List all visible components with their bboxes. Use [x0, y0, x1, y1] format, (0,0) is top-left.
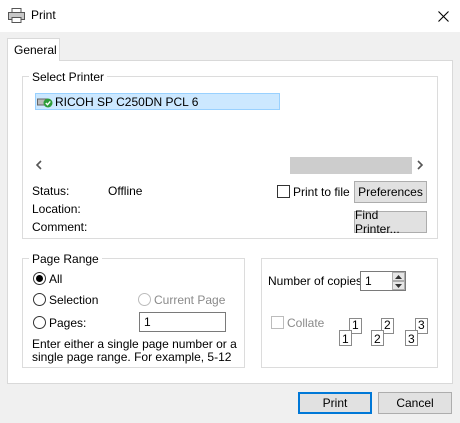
tab-general[interactable]: General — [7, 38, 60, 61]
collate-checkbox[interactable] — [271, 316, 284, 329]
print-button[interactable]: Print — [298, 392, 372, 414]
cancel-button[interactable]: Cancel — [378, 392, 452, 414]
spin-down-icon[interactable] — [392, 281, 405, 290]
pages-label[interactable]: Pages: — [49, 316, 86, 330]
page-number: 3 — [408, 332, 415, 346]
find-printer-button[interactable]: Find Printer... — [354, 208, 427, 236]
spin-up-icon[interactable] — [392, 272, 405, 281]
page-range-label: Page Range — [29, 252, 102, 266]
close-button[interactable] — [430, 4, 456, 28]
window-title: Print — [31, 8, 56, 22]
location-label: Location: — [32, 202, 81, 216]
copies-spinner[interactable] — [392, 272, 405, 290]
pages-input[interactable]: 1 — [139, 312, 226, 332]
collate-illustration: 1 1 2 2 3 3 — [339, 318, 431, 352]
preferences-button[interactable]: Preferences — [354, 181, 427, 203]
page-number: 3 — [418, 318, 425, 332]
printer-name: RICOH SP C250DN PCL 6 — [55, 95, 199, 109]
status-label: Status: — [32, 184, 70, 198]
collate-label: Collate — [287, 316, 325, 330]
page-number: 2 — [384, 318, 391, 332]
printer-icon — [8, 8, 25, 23]
all-radio[interactable] — [33, 272, 46, 285]
close-icon — [437, 10, 449, 22]
print-to-file-label[interactable]: Print to file — [293, 185, 350, 199]
printer-default-icon — [37, 96, 53, 108]
scroll-left-arrow-icon[interactable] — [33, 159, 45, 171]
pages-radio[interactable] — [33, 316, 46, 329]
number-of-copies-label: Number of copies: — [268, 274, 366, 288]
comment-label: Comment: — [32, 220, 88, 234]
select-printer-label: Select Printer — [29, 70, 108, 84]
all-label[interactable]: All — [49, 272, 62, 286]
current-page-label: Current Page — [154, 293, 226, 307]
selection-label[interactable]: Selection — [49, 293, 98, 307]
scrollbar-thumb[interactable] — [290, 157, 412, 174]
page-number: 1 — [352, 318, 359, 332]
print-to-file-checkbox[interactable] — [277, 185, 290, 198]
printer-list-item[interactable]: RICOH SP C250DN PCL 6 — [35, 93, 280, 110]
page-number: 1 — [342, 332, 349, 346]
page-range-hint: Enter either a single page number or a s… — [32, 337, 237, 364]
current-page-radio[interactable] — [138, 293, 151, 306]
selection-radio[interactable] — [33, 293, 46, 306]
page-number: 2 — [374, 332, 381, 346]
status-value: Offline — [108, 184, 143, 198]
scroll-right-arrow-icon[interactable] — [414, 159, 426, 171]
title-bar — [0, 0, 460, 32]
